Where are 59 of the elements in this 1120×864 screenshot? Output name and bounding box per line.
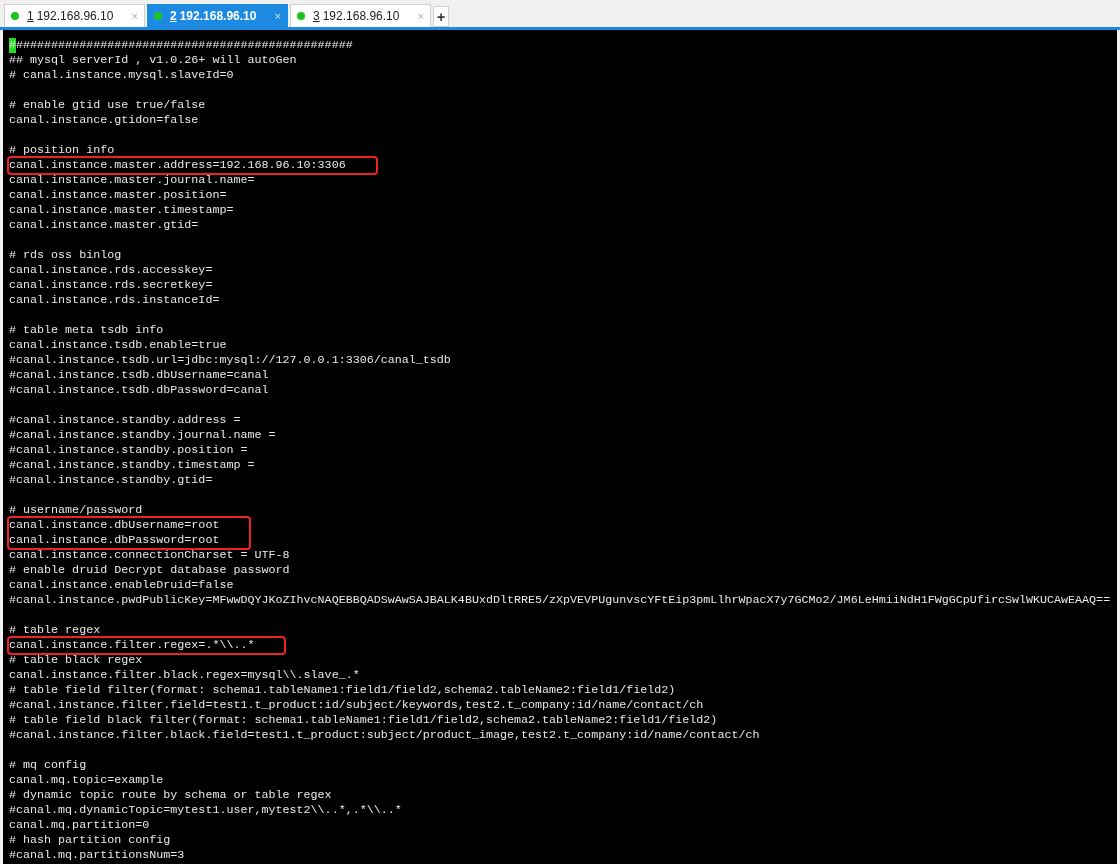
session-tab[interactable]: 3 192.168.96.10 × [290, 4, 431, 27]
terminal-line: #canal.instance.standby.journal.name = [9, 428, 276, 443]
terminal-line: #canal.mq.dynamicTopic=mytest1.user,mytest2\\..*,.*\\..* [9, 803, 402, 818]
terminal-line: canal.instance.filter.regex=.*\\..* [9, 638, 255, 653]
tab-number: 1 [27, 8, 34, 25]
terminal-line: # table meta tsdb info [9, 323, 164, 338]
close-icon[interactable]: × [417, 7, 424, 25]
terminal-line: # table field filter(format: schema1.tableName1:field1/field2,schema2.tableName2:field1/field2) [9, 683, 676, 698]
terminal-line: #canal.instance.filter.field=test1.t_product:id/subject/keywords,test2.t_company:id/name/contact/ch [9, 698, 704, 713]
terminal-line: # position info [9, 143, 115, 158]
terminal-line: canal.instance.master.position= [9, 188, 227, 203]
close-icon[interactable]: × [274, 7, 281, 25]
terminal-line: #canal.instance.standby.timestamp = [9, 458, 255, 473]
terminal-line: #canal.instance.standby.position = [9, 443, 248, 458]
terminal-line: # hash partition config [9, 833, 171, 848]
terminal-line: canal.instance.rds.accesskey= [9, 263, 213, 278]
terminal-line: canal.instance.master.journal.name= [9, 173, 255, 188]
terminal-line: canal.instance.dbPassword=root [9, 533, 220, 548]
terminal-line: canal.instance.rds.secretkey= [9, 278, 213, 293]
terminal-line: # username/password [9, 503, 143, 518]
terminal-line: #canal.instance.tsdb.url=jdbc:mysql://127.0.0.1:3306/canal_tsdb [9, 353, 451, 368]
terminal-line: # dynamic topic route by schema or table regex [9, 788, 332, 803]
terminal-line: canal.instance.master.address=192.168.96.10:3306 [9, 158, 346, 173]
tab-label: 192.168.96.10 [179, 8, 257, 25]
terminal-line: canal.mq.partition=0 [9, 818, 150, 833]
terminal-line: #canal.instance.filter.black.field=test1.t_product:subject/product_image,test2.t_company:id/name/contact/ch [9, 728, 760, 743]
terminal-line: canal.instance.enableDruid=false [9, 578, 234, 593]
terminal-line: #canal.instance.tsdb.dbUsername=canal [9, 368, 269, 383]
terminal-line: canal.instance.master.gtid= [9, 218, 199, 233]
tab-number: 3 [313, 8, 320, 25]
terminal-line: canal.instance.dbUsername=root [9, 518, 220, 533]
terminal-line: canal.mq.topic=example [9, 773, 164, 788]
terminal-line: #canal.instance.standby.gtid= [9, 473, 213, 488]
terminal-line: # table regex [9, 623, 101, 638]
terminal-line: # mq config [9, 758, 87, 773]
session-tab[interactable]: 2 192.168.96.10 × [147, 4, 288, 27]
terminal-line: #canal.mq.partitionsNum=3 [9, 848, 185, 863]
close-icon[interactable]: × [131, 7, 138, 25]
terminal-line: # table field black filter(format: schema1.tableName1:field1/field2,schema2.tableName2:field1/field2) [9, 713, 718, 728]
terminal-line: ## mysql serverId , v1.0.26+ will autoGen [9, 53, 297, 68]
tab-number: 2 [170, 8, 177, 25]
terminal-line: canal.instance.filter.black.regex=mysql\\.slave_.* [9, 668, 360, 683]
terminal-line: canal.instance.master.timestamp= [9, 203, 234, 218]
terminal-line: canal.instance.tsdb.enable=true [9, 338, 227, 353]
tab-label: 192.168.96.10 [322, 8, 400, 25]
terminal-line: # canal.instance.mysql.slaveId=0 [9, 68, 234, 83]
session-tab[interactable]: 1 192.168.96.10 × [4, 4, 145, 27]
terminal-line: canal.instance.connectionCharset = UTF-8 [9, 548, 290, 563]
terminal-line: # table black regex [9, 653, 143, 668]
terminal-line: # enable gtid use true/false [9, 98, 206, 113]
terminal-line: # rds oss binlog [9, 248, 122, 263]
terminal-line: # enable druid Decrypt database password [9, 563, 290, 578]
terminal-line: canal.instance.gtidon=false [9, 113, 199, 128]
terminal-line: #canal.instance.tsdb.dbPassword=canal [9, 383, 269, 398]
terminal-line: #canal.instance.standby.address = [9, 413, 241, 428]
terminal-line: #canal.instance.pwdPublicKey=MFwwDQYJKoZIhvcNAQEBBQADSwAwSAJBALK4BUxdDltRRE5/zXpVEVPUgunvscYFtEip3pmLlhrWpacX7y7GCMo2/JM6LeHmiiNdH1FWgGCpUfircSwlWKUCAwEAAQ== [9, 593, 1111, 608]
new-tab-button[interactable]: + [433, 6, 449, 27]
terminal-line: canal.instance.rds.instanceId= [9, 293, 220, 308]
tab-label: 192.168.96.10 [36, 8, 114, 25]
